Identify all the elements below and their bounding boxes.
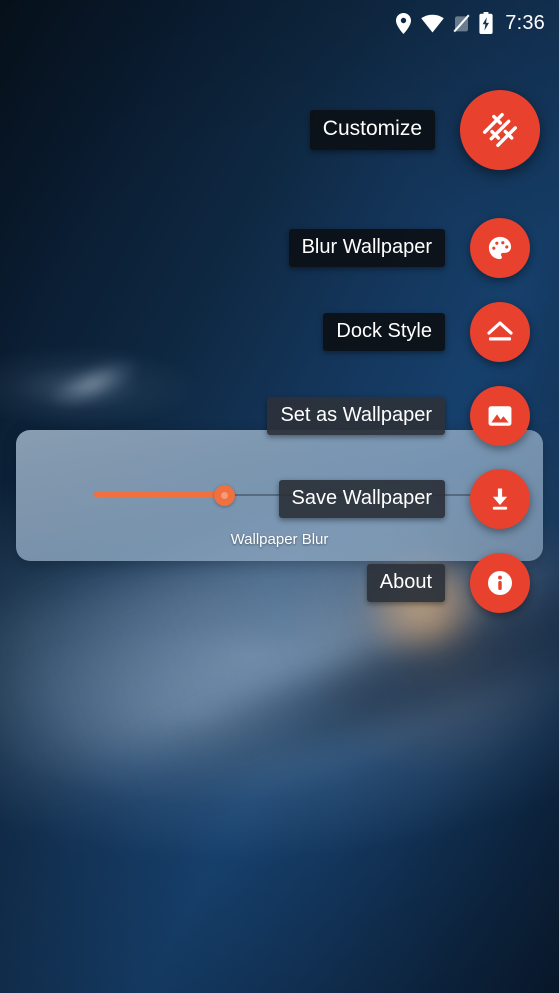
- fab-label-customize: Customize: [309, 110, 435, 150]
- tune-sliders-icon: [480, 110, 520, 150]
- signal-off-icon: [453, 13, 470, 33]
- image-icon: [486, 402, 514, 430]
- fab-item-about[interactable]: About: [366, 553, 559, 613]
- slider-fill: [94, 491, 224, 498]
- dock-style-button[interactable]: [470, 302, 530, 362]
- fab-label-dock-style: Dock Style: [323, 312, 445, 352]
- wallpaper-blur-label: Wallpaper Blur: [230, 531, 329, 548]
- status-bar-clock: 7:36: [505, 12, 545, 34]
- slider-thumb[interactable]: [214, 485, 235, 506]
- wifi-icon: [421, 14, 445, 33]
- customize-button[interactable]: [460, 90, 540, 170]
- info-icon: [485, 568, 515, 598]
- fab-item-set-as-wallpaper[interactable]: Set as Wallpaper: [267, 386, 559, 446]
- fab-label-about: About: [366, 563, 445, 603]
- status-bar: 7:36: [0, 0, 559, 46]
- blur-wallpaper-button[interactable]: [470, 218, 530, 278]
- about-button[interactable]: [470, 553, 530, 613]
- home-screen: 7:36 Wallpaper Blur Customize Blur Wallp…: [0, 0, 559, 993]
- fab-item-blur-wallpaper[interactable]: Blur Wallpaper: [288, 218, 559, 278]
- fab-label-blur-wallpaper: Blur Wallpaper: [288, 228, 445, 268]
- location-pin-icon: [395, 12, 412, 34]
- download-icon: [486, 485, 514, 513]
- chevron-up-bar-icon: [485, 319, 515, 345]
- fab-item-dock-style[interactable]: Dock Style: [323, 302, 559, 362]
- palette-icon: [486, 234, 514, 262]
- save-wallpaper-button[interactable]: [470, 469, 530, 529]
- fab-label-set-as-wallpaper: Set as Wallpaper: [267, 396, 445, 436]
- fab-item-save-wallpaper[interactable]: Save Wallpaper: [278, 469, 559, 529]
- fab-label-save-wallpaper: Save Wallpaper: [278, 479, 445, 519]
- fab-item-customize[interactable]: Customize: [309, 90, 559, 170]
- set-as-wallpaper-button[interactable]: [470, 386, 530, 446]
- battery-charging-icon: [479, 12, 493, 34]
